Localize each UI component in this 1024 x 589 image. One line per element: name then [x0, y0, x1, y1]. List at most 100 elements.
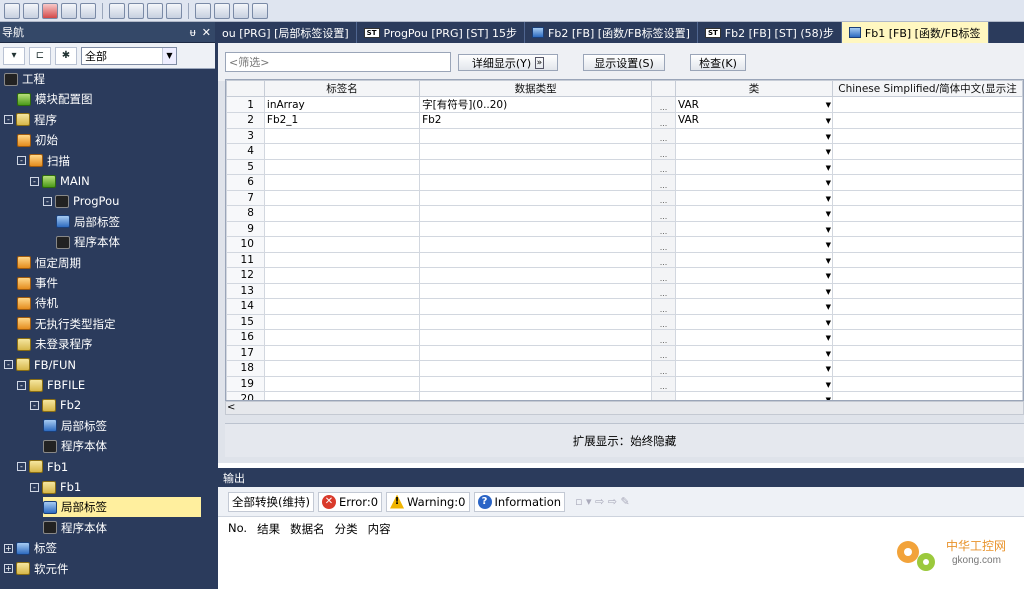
table-row[interactable]: 3... ▼ [226, 127, 1023, 144]
chevron-down-icon[interactable]: ▼ [826, 272, 831, 280]
label-name-cell[interactable] [263, 236, 421, 253]
table-row[interactable]: 16... ▼ [226, 329, 1023, 346]
data-type-cell[interactable] [419, 391, 653, 400]
label-name-cell[interactable]: Fb2_1 [263, 112, 421, 129]
chevron-down-icon[interactable]: ▼ [826, 133, 831, 141]
label-name-cell[interactable] [263, 251, 421, 268]
output-tool-icons[interactable]: ▫ ▾ ⇨ ⇨ ✎ [575, 495, 630, 508]
label-name-cell[interactable] [263, 344, 421, 361]
editor-tab[interactable]: Fb1 [FB] [函数/FB标签 [841, 22, 989, 43]
collapse-icon[interactable]: - [30, 482, 39, 492]
toolbar-button[interactable] [166, 2, 182, 19]
collapse-icon[interactable]: - [30, 176, 39, 186]
column-header-class[interactable]: 类 [674, 80, 834, 97]
tree-item[interactable]: 无执行类型指定 [17, 314, 116, 334]
tree-item[interactable]: 未登录程序 [17, 334, 93, 354]
class-cell[interactable]: ▼ [674, 251, 834, 268]
chevron-down-icon[interactable]: ▼ [162, 47, 176, 64]
toolbar-button[interactable] [195, 2, 211, 19]
tree-item[interactable]: + 标签 [4, 538, 57, 558]
data-type-cell[interactable] [419, 298, 653, 315]
comment-cell[interactable] [832, 174, 1023, 191]
browse-type-button[interactable]: ... [651, 205, 676, 222]
browse-type-button[interactable]: ... [651, 267, 676, 284]
table-row[interactable]: 20...▼ [226, 391, 1023, 400]
tree-item[interactable]: 局部标签 [56, 212, 120, 232]
column-header-data-type[interactable]: 数据类型 [419, 80, 653, 97]
data-type-cell[interactable] [419, 158, 653, 175]
expand-icon[interactable]: + [4, 564, 13, 574]
class-cell[interactable]: ▼ [674, 344, 834, 361]
class-cell[interactable]: ▼ [674, 205, 834, 222]
comment-cell[interactable] [832, 205, 1023, 222]
table-row[interactable]: 7... ▼ [226, 189, 1023, 206]
toolbar-button[interactable] [128, 2, 144, 19]
browse-type-button[interactable]: ... [651, 189, 676, 206]
comment-cell[interactable] [832, 112, 1023, 129]
data-type-cell[interactable] [419, 267, 653, 284]
class-cell[interactable]: ▼ [674, 267, 834, 284]
chevron-down-icon[interactable]: ▼ [826, 365, 831, 373]
tree-item[interactable]: - Fb1 [30, 477, 81, 497]
class-cell[interactable]: ▼ [674, 158, 834, 175]
toolbar-button[interactable] [109, 2, 125, 19]
browse-type-button[interactable]: ... [651, 344, 676, 361]
collapse-icon[interactable]: - [17, 462, 26, 472]
comment-cell[interactable] [832, 344, 1023, 361]
comment-cell[interactable] [832, 313, 1023, 330]
collapse-icon[interactable]: - [30, 400, 39, 410]
chevron-down-icon[interactable]: ▼ [826, 303, 831, 311]
tree-item[interactable]: 待机 [17, 293, 58, 313]
comment-cell[interactable] [832, 267, 1023, 284]
browse-type-button[interactable]: ... [651, 236, 676, 253]
warning-filter-button[interactable]: ! Warning:0 [386, 491, 470, 512]
browse-type-button[interactable]: ... [651, 251, 676, 268]
collapse-icon[interactable]: - [17, 380, 26, 390]
delete-icon[interactable] [42, 2, 58, 19]
data-type-cell[interactable]: 字[有符号](0..20) [419, 96, 653, 113]
tree-item[interactable]: 恒定周期 [17, 253, 81, 273]
scroll-left-icon[interactable]: < [227, 402, 235, 413]
display-settings-button[interactable]: 显示设置(S) [583, 54, 665, 71]
editor-tab[interactable]: ST ProgPou [PRG] [ST] 15步 [357, 22, 526, 43]
information-filter-button[interactable]: ? Information [473, 491, 566, 512]
chevron-down-icon[interactable]: ▼ [826, 241, 831, 249]
table-row[interactable]: 4... ▼ [226, 143, 1023, 160]
comment-cell[interactable] [832, 375, 1023, 392]
gear-icon[interactable]: ✱ [55, 46, 77, 65]
data-type-cell[interactable] [419, 205, 653, 222]
browse-type-button[interactable]: ... [651, 391, 676, 400]
data-type-cell[interactable] [419, 329, 653, 346]
data-type-cell[interactable] [419, 127, 653, 144]
expand-icon[interactable]: + [4, 543, 13, 553]
comment-cell[interactable] [832, 251, 1023, 268]
tree-item[interactable]: 模块配置图 [17, 89, 93, 109]
data-type-cell[interactable] [419, 236, 653, 253]
tree-item[interactable]: - FBFILE [17, 375, 85, 395]
label-name-cell[interactable] [263, 220, 421, 237]
browse-type-button[interactable]: ... [651, 220, 676, 237]
chevron-down-icon[interactable]: ▼ [826, 195, 831, 203]
chevron-down-icon[interactable]: ▼ [826, 101, 831, 109]
label-name-cell[interactable]: inArray [263, 96, 421, 113]
comment-cell[interactable] [832, 220, 1023, 237]
class-cell[interactable]: ▼ [674, 298, 834, 315]
chevron-down-icon[interactable]: ▼ [826, 164, 831, 172]
browse-type-button[interactable]: ... [651, 112, 676, 129]
class-cell[interactable]: ▼ [674, 375, 834, 392]
tree-item[interactable]: - FB/FUN [4, 355, 76, 375]
chevron-down-icon[interactable]: ▼ [826, 350, 831, 358]
tree-item[interactable]: - Fb2 [30, 395, 81, 415]
check-button[interactable]: 检查(K) [690, 54, 746, 71]
table-row[interactable]: 10... ▼ [226, 236, 1023, 253]
chevron-down-icon[interactable]: ▼ [826, 288, 831, 296]
browse-type-button[interactable]: ... [651, 313, 676, 330]
editor-tab[interactable]: ou [PRG] [局部标签设置] [215, 22, 357, 43]
class-cell[interactable]: VAR ▼ [674, 96, 834, 113]
tree-item[interactable]: 程序本体 [43, 518, 107, 538]
comment-cell[interactable] [832, 360, 1023, 377]
label-name-cell[interactable] [263, 205, 421, 222]
data-type-cell[interactable] [419, 360, 653, 377]
browse-type-button[interactable]: ... [651, 282, 676, 299]
data-type-cell[interactable] [419, 174, 653, 191]
